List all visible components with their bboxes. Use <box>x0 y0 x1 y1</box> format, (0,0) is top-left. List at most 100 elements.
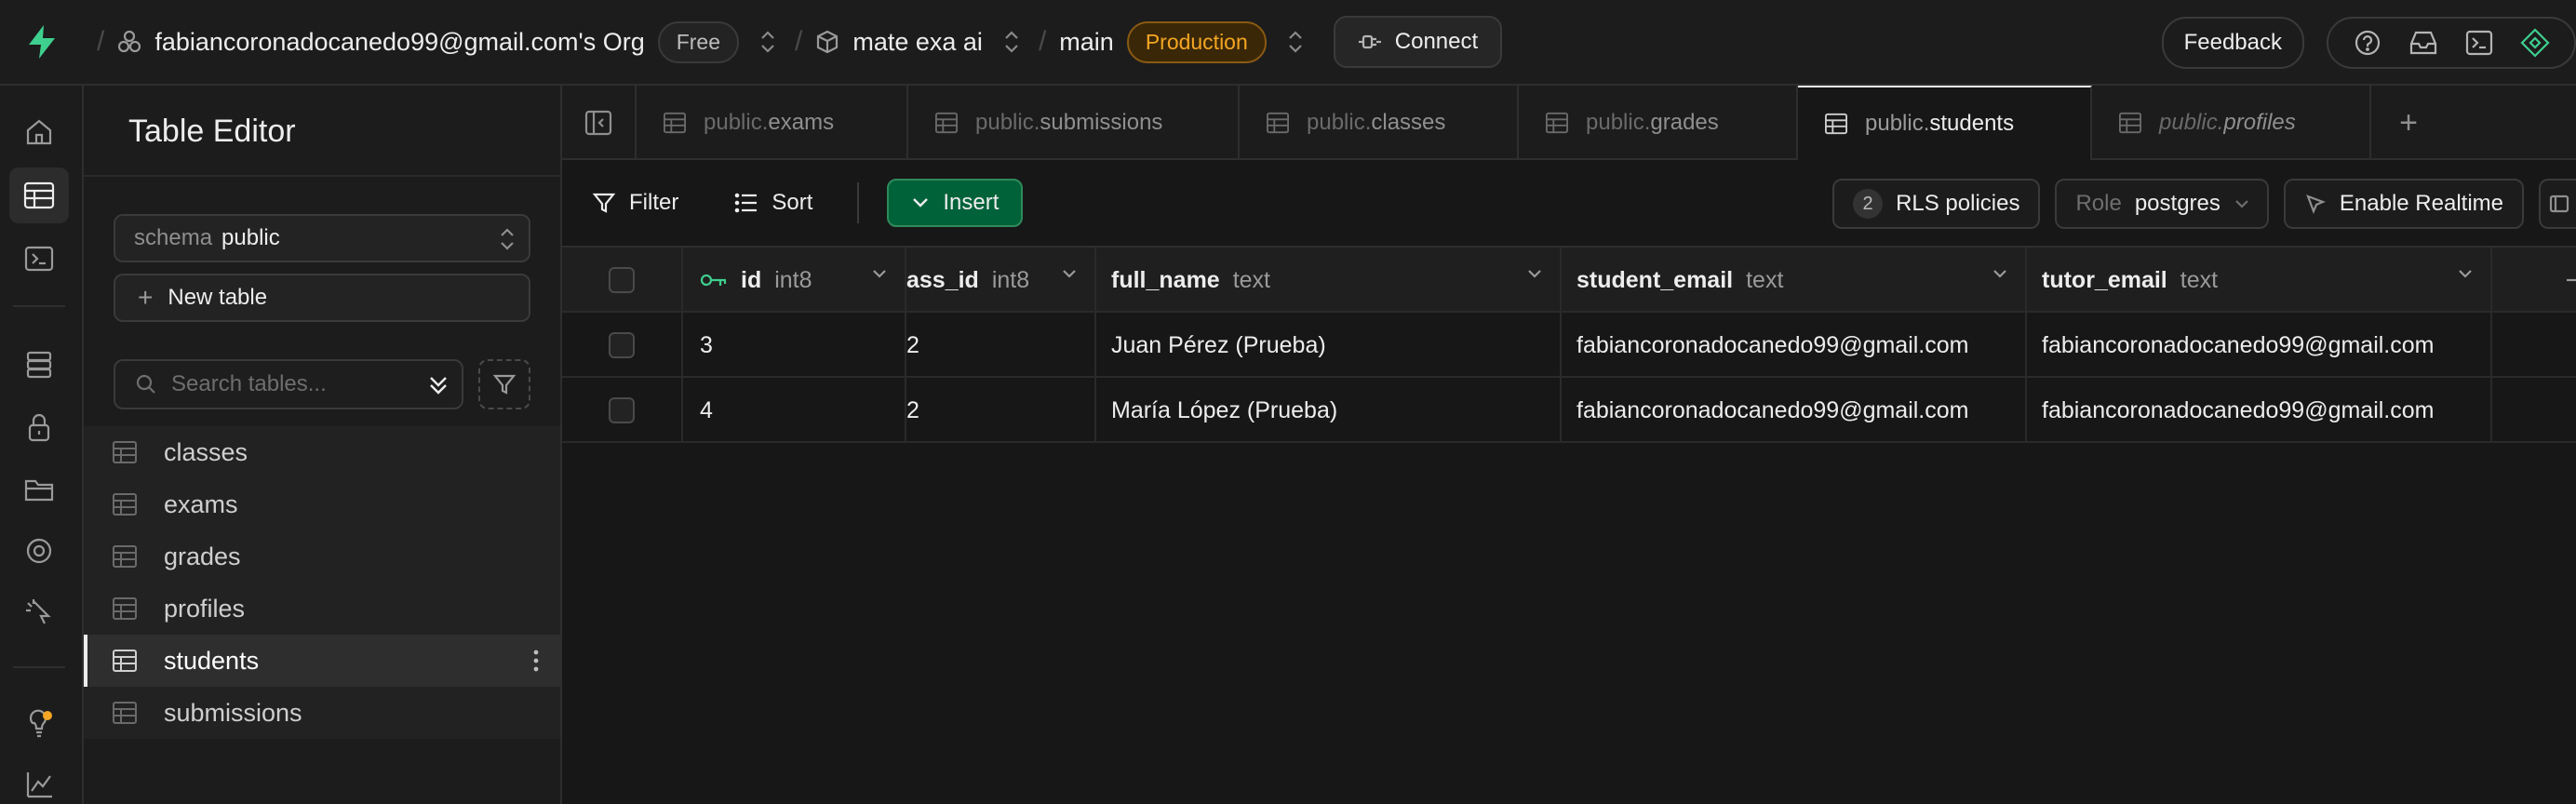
chevron-down-icon[interactable] <box>1992 268 2008 279</box>
role-selector[interactable]: Role postgres <box>2055 179 2269 229</box>
feedback-button[interactable]: Feedback <box>2161 17 2304 69</box>
table-item-label: exams <box>164 489 238 518</box>
filter-tables-button[interactable] <box>478 359 530 409</box>
organization-icon <box>117 30 141 54</box>
cell-id[interactable]: 4 <box>683 378 906 443</box>
insert-button[interactable]: Insert <box>887 179 1024 227</box>
cell-tutor-email[interactable]: fabiancoronadocanedo99@gmail.com <box>2027 378 2492 443</box>
org-breadcrumb[interactable]: fabiancoronadocanedo99@gmail.com's Org F… <box>117 20 740 63</box>
advisor-lightbulb-icon[interactable] <box>9 696 69 752</box>
realtime-icon[interactable] <box>9 523 69 579</box>
cell-class-id[interactable]: 2 <box>906 313 1096 378</box>
tables-list: classes exams grades profiles students s… <box>84 426 560 739</box>
table-item-grades[interactable]: grades <box>84 530 560 583</box>
tab-submissions[interactable]: public.submissions <box>908 86 1240 160</box>
definition-toggle-button[interactable] <box>2539 179 2576 229</box>
search-tables-input[interactable]: Search tables... <box>114 359 463 409</box>
chevron-down-icon[interactable] <box>1526 268 1543 279</box>
toolbar-divider <box>857 182 860 223</box>
sql-editor-icon[interactable] <box>9 231 69 287</box>
column-header-student-email[interactable]: student_email text <box>1562 248 2027 313</box>
project-breadcrumb[interactable]: mate exa ai <box>815 28 983 57</box>
add-column-cell[interactable] <box>2492 248 2576 313</box>
select-all-checkbox[interactable] <box>609 267 635 293</box>
connect-button[interactable]: Connect <box>1333 16 1503 68</box>
column-header-id[interactable]: id int8 <box>683 248 906 313</box>
tab-exams[interactable]: public.exams <box>637 86 908 160</box>
cell-tutor-email[interactable]: fabiancoronadocanedo99@gmail.com <box>2027 313 2492 378</box>
reports-chart-icon[interactable] <box>9 756 69 804</box>
column-header-class-id[interactable]: ass_id int8 <box>906 248 1096 313</box>
primary-key-icon <box>700 272 728 288</box>
chevron-down-icon <box>2234 198 2250 209</box>
terminal-icon[interactable] <box>2453 22 2505 63</box>
branch-breadcrumb[interactable]: main Production <box>1059 20 1267 63</box>
cell-class-id[interactable]: 2 <box>906 378 1096 443</box>
collapse-sidebar-icon[interactable] <box>562 86 637 160</box>
help-icon[interactable] <box>2341 22 2394 63</box>
tab-students[interactable]: public.students <box>1798 86 2092 160</box>
tab-classes[interactable]: public.classes <box>1240 86 1519 160</box>
enable-realtime-button[interactable]: Enable Realtime <box>2283 179 2524 229</box>
tab-profiles[interactable]: public.profiles <box>2092 86 2371 160</box>
column-name: id <box>741 266 762 293</box>
table-row[interactable]: 3 2 Juan Pérez (Prueba) fabiancoronadoca… <box>562 313 2576 378</box>
table-item-submissions[interactable]: submissions <box>84 687 560 739</box>
role-label: Role <box>2075 191 2122 216</box>
list-sort-icon <box>734 193 758 213</box>
project-switcher-chevrons-icon[interactable] <box>1003 30 1020 54</box>
table-editor-icon[interactable] <box>9 168 69 223</box>
table-item-exams[interactable]: exams <box>84 478 560 530</box>
table-row[interactable]: 4 2 María López (Prueba) fabiancoronadoc… <box>562 378 2576 443</box>
chevron-down-icon[interactable] <box>871 268 888 279</box>
plug-icon <box>1358 33 1382 51</box>
tab-grades[interactable]: public.grades <box>1519 86 1798 160</box>
row-checkbox[interactable] <box>609 332 635 358</box>
table-item-classes[interactable]: classes <box>84 426 560 478</box>
project-name[interactable]: mate exa ai <box>852 28 983 57</box>
column-type: text <box>1746 266 1784 293</box>
table-icon <box>2118 112 2142 134</box>
table-item-students[interactable]: students <box>84 635 560 687</box>
schema-selector[interactable]: schema public <box>114 214 530 262</box>
rls-policies-button[interactable]: 2 RLS policies <box>1832 179 2041 229</box>
assistant-icon[interactable] <box>2509 22 2561 63</box>
column-header-full-name[interactable]: full_name text <box>1096 248 1562 313</box>
add-column-plus-icon[interactable] <box>2567 278 2576 282</box>
cell-id[interactable]: 3 <box>683 313 906 378</box>
storage-folder-icon[interactable] <box>9 462 69 517</box>
main-panel: public.exams public.submissions public.c… <box>562 86 2576 804</box>
box-icon <box>815 30 839 54</box>
add-tab-plus-icon[interactable]: + <box>2371 86 2446 160</box>
breadcrumb-separator: / <box>795 26 803 57</box>
column-header-tutor-email[interactable]: tutor_email text <box>2027 248 2492 313</box>
auth-lock-icon[interactable] <box>9 400 69 456</box>
branch-name[interactable]: main <box>1059 28 1114 57</box>
edge-functions-cursor-icon[interactable] <box>9 584 69 640</box>
table-icon <box>1545 112 1569 134</box>
search-icon <box>136 374 156 395</box>
cell-student-email[interactable]: fabiancoronadocanedo99@gmail.com <box>1562 313 2027 378</box>
home-icon[interactable] <box>9 104 69 160</box>
table-item-profiles[interactable]: profiles <box>84 583 560 635</box>
branch-switcher-chevrons-icon[interactable] <box>1287 30 1304 54</box>
org-name[interactable]: fabiancoronadocanedo99@gmail.com's Org <box>154 28 644 57</box>
supabase-logo-icon[interactable] <box>0 0 84 85</box>
cell-full-name[interactable]: María López (Prueba) <box>1096 378 1562 443</box>
cell-student-email[interactable]: fabiancoronadocanedo99@gmail.com <box>1562 378 2027 443</box>
sort-button[interactable]: Sort <box>708 190 842 216</box>
more-vertical-icon[interactable] <box>532 648 540 674</box>
inbox-icon[interactable] <box>2397 22 2449 63</box>
org-switcher-chevrons-icon[interactable] <box>759 30 776 54</box>
tab-name: classes <box>1371 110 1446 135</box>
row-checkbox[interactable] <box>609 397 635 423</box>
chevron-down-icon[interactable] <box>2457 268 2474 279</box>
cell-full-name[interactable]: Juan Pérez (Prueba) <box>1096 313 1562 378</box>
new-table-button[interactable]: + New table <box>114 274 530 322</box>
table-editor-sidebar: Table Editor schema public + New table S… <box>84 86 562 804</box>
database-icon[interactable] <box>9 337 69 393</box>
tab-name: profiles <box>2223 110 2296 135</box>
chevrons-down-icon[interactable] <box>426 372 450 398</box>
chevron-down-icon[interactable] <box>1061 268 1078 279</box>
filter-button[interactable]: Filter <box>562 190 708 216</box>
